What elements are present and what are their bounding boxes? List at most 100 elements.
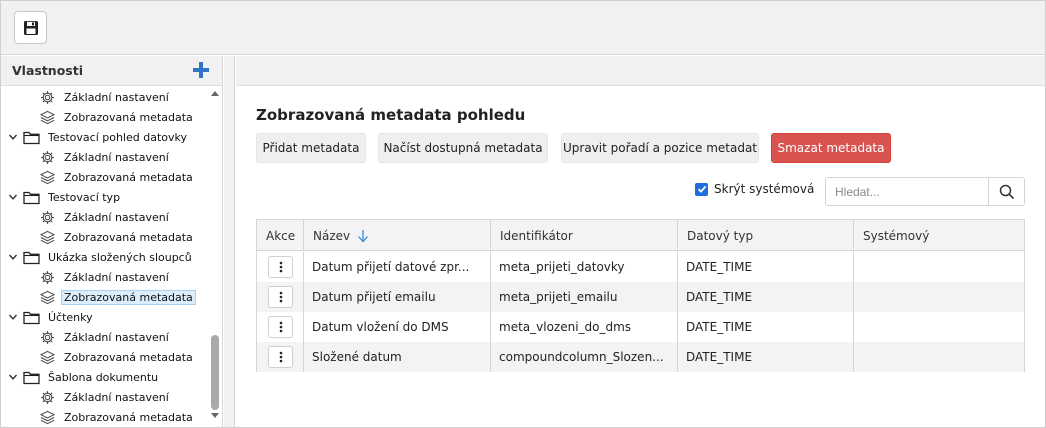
folder-icon (23, 309, 40, 326)
gear-icon (39, 209, 56, 226)
column-nazev[interactable]: Název (304, 220, 491, 251)
add-metadata-button[interactable]: Přidat metadata (256, 133, 366, 163)
row-actions-button[interactable] (268, 316, 293, 338)
tree-leaf[interactable]: Základní nastavení (39, 328, 172, 346)
cell-system (854, 252, 1024, 282)
load-metadata-button[interactable]: Načíst dostupná metadata (378, 133, 548, 163)
column-akce[interactable]: Akce (257, 220, 304, 251)
column-systemovy[interactable]: Systémový (854, 220, 1024, 251)
kebab-icon (279, 261, 282, 273)
hide-system-checkbox[interactable] (695, 182, 708, 196)
tree-item-label: Zobrazovaná metadata (64, 350, 193, 364)
column-identifikator[interactable]: Identifikátor (491, 220, 678, 251)
chevron-down-icon[interactable] (7, 191, 19, 203)
properties-tree: Základní nastavení Zobrazovaná metadata Te… (1, 86, 209, 425)
tree-folder[interactable]: Šablona dokumentu (8, 368, 161, 386)
tree-item-label: Účtenky (48, 310, 93, 324)
layers-icon (39, 289, 56, 306)
tree-leaf[interactable]: Základní nastavení (39, 388, 172, 406)
cell-name: Datum přijetí emailu (304, 282, 491, 312)
tree-leaf[interactable]: Zobrazovaná metadata (39, 168, 196, 186)
row-actions-button[interactable] (268, 256, 293, 278)
cell-system (854, 282, 1024, 312)
chevron-down-icon[interactable] (7, 251, 19, 263)
cell-data-type: DATE_TIME (678, 252, 854, 282)
cell-identifier: compoundcolumn_Slozen... (491, 342, 678, 372)
tree-item-label: Základní nastavení (64, 390, 169, 404)
chevron-down-icon[interactable] (7, 371, 19, 383)
column-nazev-label: Název (313, 228, 351, 243)
gear-icon (39, 269, 56, 286)
cell-data-type: DATE_TIME (678, 312, 854, 342)
tree-scrollbar[interactable] (208, 86, 222, 425)
search-input[interactable] (826, 178, 989, 205)
app-window: Vlastnosti Základní nastavení Zobrazovaná… (0, 0, 1046, 428)
tree-item-label: Ukázka složených sloupců (48, 250, 192, 264)
gear-icon (39, 389, 56, 406)
properties-title: Vlastnosti (12, 63, 83, 78)
tree-folder[interactable]: Ukázka složených sloupců (8, 248, 195, 266)
column-akce-label: Akce (266, 228, 296, 243)
cell-actions (257, 312, 304, 342)
column-systemovy-label: Systémový (863, 228, 930, 243)
page-title: Zobrazovaná metadata pohledu (256, 106, 526, 124)
save-button[interactable] (14, 11, 47, 44)
search-icon (999, 184, 1015, 199)
folder-icon (23, 189, 40, 206)
gear-icon (39, 329, 56, 346)
tree-leaf[interactable]: Základní nastavení (39, 148, 172, 166)
folder-icon (23, 249, 40, 266)
tree-leaf[interactable]: Základní nastavení (39, 88, 172, 106)
chevron-down-icon[interactable] (7, 311, 19, 323)
tree-leaf[interactable]: Základní nastavení (39, 268, 172, 286)
content-header-bar (236, 56, 1045, 86)
table-row[interactable]: Datum vložení do DMS meta_vlozeni_do_dms D… (257, 312, 1024, 342)
layers-icon (39, 409, 56, 426)
tree-leaf[interactable]: Základní nastavení (39, 208, 172, 226)
cell-actions (257, 252, 304, 282)
tree-folder[interactable]: Testovací pohled datovky (8, 128, 190, 146)
chevron-down-icon[interactable] (7, 131, 19, 143)
tree-item-label: Zobrazovaná metadata (64, 170, 193, 184)
top-toolbar (1, 1, 1045, 55)
hide-system-label: Skrýt systémová (714, 182, 815, 196)
tree-leaf[interactable]: Zobrazovaná metadata (39, 108, 196, 126)
cell-identifier: meta_prijeti_emailu (491, 282, 678, 312)
tree-leaf[interactable]: Zobrazovaná metadata (39, 348, 196, 366)
cell-name: Datum přijetí datové zpr... (304, 252, 491, 282)
tree-leaf[interactable]: Zobrazovaná metadata (39, 228, 196, 246)
row-actions-button[interactable] (268, 346, 293, 368)
row-actions-button[interactable] (268, 286, 293, 308)
folder-icon (23, 369, 40, 386)
table-row[interactable]: Datum přijetí datové zpr... meta_prijeti_… (257, 252, 1024, 282)
hide-system-toggle[interactable]: Skrýt systémová (695, 182, 814, 196)
properties-header: Vlastnosti (1, 56, 222, 86)
layers-icon (39, 349, 56, 366)
cell-actions (257, 342, 304, 372)
cell-data-type: DATE_TIME (678, 282, 854, 312)
panel-splitter[interactable] (224, 56, 235, 427)
scroll-down-arrow[interactable] (211, 413, 219, 418)
cell-system (854, 312, 1024, 342)
delete-metadata-button[interactable]: Smazat metadata (771, 133, 891, 163)
tree-folder[interactable]: Testovací typ (8, 188, 123, 206)
tree-leaf[interactable]: Zobrazovaná metadata (39, 408, 196, 425)
column-datovy-typ[interactable]: Datový typ (678, 220, 854, 251)
tree-item-label: Zobrazovaná metadata (64, 410, 193, 424)
cell-identifier: meta_vlozeni_do_dms (491, 312, 678, 342)
tree-item-label: Základní nastavení (64, 210, 169, 224)
plus-icon[interactable] (192, 61, 210, 79)
arrow-down-icon (358, 229, 369, 242)
table-row[interactable]: Datum přijetí emailu meta_prijeti_emailu D… (257, 282, 1024, 312)
tree-folder[interactable]: Účtenky (8, 308, 96, 326)
table-row[interactable]: Složené datum compoundcolumn_Slozen... DAT… (257, 342, 1024, 372)
tree-item-label: Šablona dokumentu (48, 370, 159, 384)
search-button[interactable] (988, 178, 1025, 205)
tree-leaf[interactable]: Zobrazovaná metadata (39, 288, 196, 306)
scroll-thumb[interactable] (211, 335, 219, 410)
cell-identifier: meta_prijeti_datovky (491, 252, 678, 282)
tree-item-label: Základní nastavení (64, 270, 169, 284)
reorder-metadata-button[interactable]: Upravit pořadí a pozice metadat (561, 133, 759, 163)
scroll-up-arrow[interactable] (211, 91, 219, 96)
gear-icon (39, 89, 56, 106)
